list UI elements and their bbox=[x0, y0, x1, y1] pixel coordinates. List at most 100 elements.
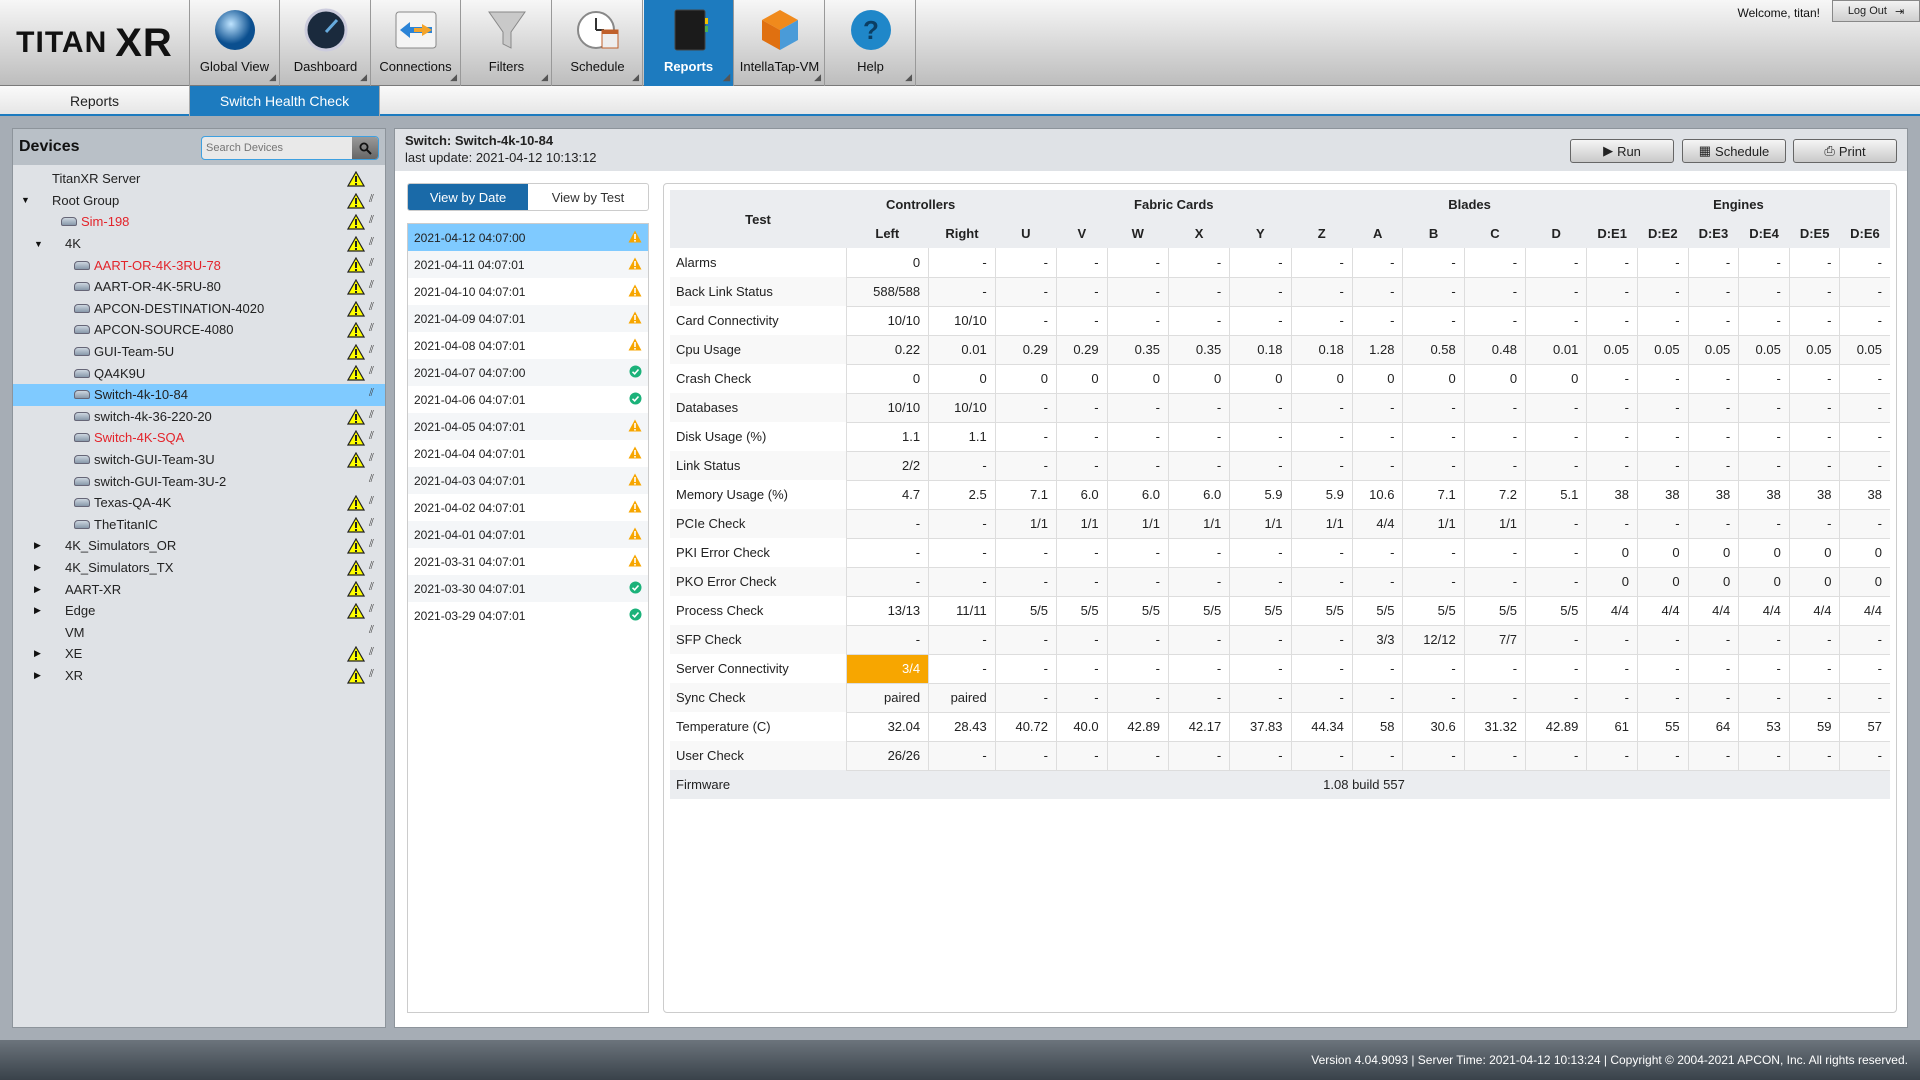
date-list-item[interactable]: 2021-04-05 04:07:01 bbox=[408, 413, 648, 440]
result-cell: 1/1 bbox=[1290, 509, 1353, 539]
resize-grip-icon[interactable]: ⫽ bbox=[369, 624, 374, 637]
tree-item[interactable]: TitanXR Server bbox=[13, 168, 385, 190]
date-list-item[interactable]: 2021-03-31 04:07:01 bbox=[408, 548, 648, 575]
result-cell: - bbox=[1463, 683, 1526, 713]
tab-switch-health-check[interactable]: Switch Health Check bbox=[190, 86, 380, 116]
resize-grip-icon[interactable]: ⫽ bbox=[369, 452, 374, 465]
search-devices-input[interactable] bbox=[202, 137, 352, 159]
tree-item[interactable]: ▶ Edge ⫽ bbox=[13, 600, 385, 622]
tree-item[interactable]: switch-GUI-Team-3U-2 ⫽ bbox=[13, 470, 385, 492]
date-list-item[interactable]: 2021-04-07 04:07:00 bbox=[408, 359, 648, 386]
tree-item[interactable]: switch-4k-36-220-20 ⫽ bbox=[13, 406, 385, 428]
tree-item[interactable]: Switch-4K-SQA ⫽ bbox=[13, 427, 385, 449]
view-by-test-tab[interactable]: View by Test bbox=[528, 184, 648, 210]
nav-reports[interactable]: Reports ◢ bbox=[644, 0, 734, 86]
caret-right-icon[interactable]: ▶ bbox=[34, 540, 41, 551]
caret-right-icon[interactable]: ▶ bbox=[34, 605, 41, 616]
resize-grip-icon[interactable]: ⫽ bbox=[369, 495, 374, 508]
date-list-item[interactable]: 2021-04-09 04:07:01 bbox=[408, 305, 648, 332]
date-list-item[interactable]: 2021-04-08 04:07:01 bbox=[408, 332, 648, 359]
resize-grip-icon[interactable]: ⫽ bbox=[369, 473, 374, 486]
date-list-item[interactable]: 2021-03-30 04:07:01 bbox=[408, 575, 648, 602]
caret-right-icon[interactable]: ▶ bbox=[34, 584, 41, 595]
search-button[interactable] bbox=[352, 137, 378, 159]
resize-grip-icon[interactable]: ⫽ bbox=[369, 581, 374, 594]
resize-grip-icon[interactable]: ⫽ bbox=[369, 365, 374, 378]
tree-item[interactable]: Sim-198 ⫽ bbox=[13, 211, 385, 233]
footer-status: Version 4.04.9093 | Server Time: 2021-04… bbox=[0, 1040, 1920, 1080]
date-list-item[interactable]: 2021-04-03 04:07:01 bbox=[408, 467, 648, 494]
logout-button[interactable]: Log Out ⇥ bbox=[1832, 0, 1920, 22]
tree-item[interactable]: QA4K9U ⫽ bbox=[13, 362, 385, 384]
resize-grip-icon[interactable]: ⫽ bbox=[369, 301, 374, 314]
tree-item[interactable]: ▶ XR ⫽ bbox=[13, 665, 385, 687]
resize-grip-icon[interactable]: ⫽ bbox=[369, 668, 374, 681]
tree-item[interactable]: switch-GUI-Team-3U ⫽ bbox=[13, 449, 385, 471]
tree-item[interactable]: ▼ Root Group ⫽ bbox=[13, 190, 385, 212]
date-list-item[interactable]: 2021-04-04 04:07:01 bbox=[408, 440, 648, 467]
resize-grip-icon[interactable]: ⫽ bbox=[369, 538, 374, 551]
table-row: Temperature (C) 32.04 28.43 40.72 40.0 42.89 4… bbox=[670, 712, 1890, 742]
resize-grip-icon[interactable]: ⫽ bbox=[369, 387, 374, 400]
nav-dashboard[interactable]: Dashboard ◢ bbox=[281, 0, 371, 86]
tab-reports[interactable]: Reports bbox=[0, 86, 190, 116]
caret-right-icon[interactable]: ▶ bbox=[34, 648, 41, 659]
resize-grip-icon[interactable]: ⫽ bbox=[369, 322, 374, 335]
nav-intellatap-vm[interactable]: IntellaTap-VM ◢ bbox=[735, 0, 825, 86]
tree-item[interactable]: GUI-Team-5U ⫽ bbox=[13, 341, 385, 363]
resize-grip-icon[interactable]: ⫽ bbox=[369, 344, 374, 357]
resize-grip-icon[interactable]: ⫽ bbox=[369, 257, 374, 270]
resize-grip-icon[interactable]: ⫽ bbox=[369, 193, 374, 206]
tree-item[interactable]: APCON-SOURCE-4080 ⫽ bbox=[13, 319, 385, 341]
date-list-item[interactable]: 2021-03-29 04:07:01 bbox=[408, 602, 648, 629]
tree-item[interactable]: ▶ 4K_Simulators_TX ⫽ bbox=[13, 557, 385, 579]
nav-schedule[interactable]: Schedule ◢ bbox=[553, 0, 643, 86]
schedule-button[interactable]: ▦ Schedule bbox=[1682, 139, 1786, 163]
print-button[interactable]: ⎙ Print bbox=[1793, 139, 1897, 163]
nav-global-view[interactable]: Global View ◢ bbox=[190, 0, 280, 86]
resize-grip-icon[interactable]: ⫽ bbox=[369, 409, 374, 422]
nav-help[interactable]: ? Help ◢ bbox=[826, 0, 916, 86]
caret-right-icon[interactable]: ▶ bbox=[34, 670, 41, 681]
tree-item[interactable]: ▶ AART-XR ⫽ bbox=[13, 578, 385, 600]
tree-item[interactable]: ▶ XE ⫽ bbox=[13, 643, 385, 665]
tree-item[interactable]: VM ⫽ bbox=[13, 621, 385, 643]
tree-item[interactable]: ▼ 4K ⫽ bbox=[13, 233, 385, 255]
resize-grip-icon[interactable]: ⫽ bbox=[369, 214, 374, 227]
resize-grip-icon[interactable]: ⫽ bbox=[369, 603, 374, 616]
caret-down-icon[interactable]: ▼ bbox=[21, 195, 30, 205]
result-cell: - bbox=[1738, 277, 1790, 307]
resize-grip-icon[interactable]: ⫽ bbox=[369, 560, 374, 573]
date-list-item[interactable]: 2021-04-12 04:07:00 bbox=[408, 224, 648, 251]
result-cell: 5/5 bbox=[1402, 596, 1465, 626]
date-list-item[interactable]: 2021-04-11 04:07:01 bbox=[408, 251, 648, 278]
resize-grip-icon[interactable]: ⫽ bbox=[369, 517, 374, 530]
resize-grip-icon[interactable]: ⫽ bbox=[369, 236, 374, 249]
date-list-item[interactable]: 2021-04-10 04:07:01 bbox=[408, 278, 648, 305]
result-cell: - bbox=[1351, 741, 1403, 771]
nav-filters[interactable]: Filters ◢ bbox=[462, 0, 552, 86]
date-list-item[interactable]: 2021-04-01 04:07:01 bbox=[408, 521, 648, 548]
caret-right-icon[interactable]: ▶ bbox=[34, 562, 41, 573]
tree-item[interactable]: ▶ 4K_Simulators_OR ⫽ bbox=[13, 535, 385, 557]
result-cell: - bbox=[1056, 683, 1108, 713]
date-list-item[interactable]: 2021-04-06 04:07:01 bbox=[408, 386, 648, 413]
resize-grip-icon[interactable]: ⫽ bbox=[369, 430, 374, 443]
caret-down-icon[interactable]: ▼ bbox=[34, 239, 43, 249]
run-button[interactable]: ▶ Run bbox=[1570, 139, 1674, 163]
tree-item[interactable]: APCON-DESTINATION-4020 ⫽ bbox=[13, 298, 385, 320]
resize-grip-icon[interactable]: ⫽ bbox=[369, 279, 374, 292]
result-cell: - bbox=[1788, 364, 1840, 394]
view-by-date-tab[interactable]: View by Date bbox=[408, 184, 528, 210]
result-cell: 0 bbox=[1738, 538, 1790, 568]
resize-grip-icon[interactable]: ⫽ bbox=[369, 646, 374, 659]
tree-item[interactable]: AART-OR-4K-5RU-80 ⫽ bbox=[13, 276, 385, 298]
result-cell: - bbox=[1402, 277, 1465, 307]
tree-item[interactable]: Texas-QA-4K ⫽ bbox=[13, 492, 385, 514]
tree-item[interactable]: Switch-4k-10-84 ⫽ bbox=[13, 383, 385, 406]
date-list-item[interactable]: 2021-04-02 04:07:01 bbox=[408, 494, 648, 521]
firmware-value: 1.08 build 557 bbox=[846, 770, 1890, 799]
nav-connections[interactable]: Connections ◢ bbox=[371, 0, 461, 86]
tree-item[interactable]: TheTitanIC ⫽ bbox=[13, 514, 385, 536]
tree-item[interactable]: AART-OR-4K-3RU-78 ⫽ bbox=[13, 254, 385, 276]
